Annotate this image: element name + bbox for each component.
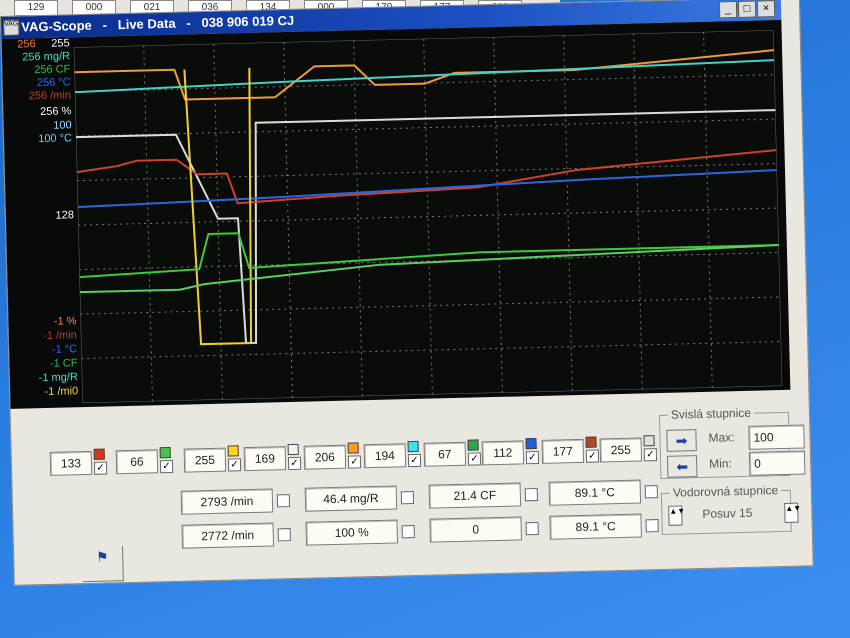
channel-value-field[interactable]: 133 (49, 450, 93, 476)
control-panel: Svislá stupnice ➡ ⬅ Max: Min: 100 0 Vodo… (11, 390, 806, 585)
channel-color-swatch[interactable] (159, 446, 171, 459)
readout-checkbox[interactable] (401, 525, 415, 539)
channel-value-field[interactable]: 194 (363, 443, 407, 469)
scope-plot[interactable] (73, 30, 783, 404)
spin-arrows-icon: ▲▼ (785, 503, 802, 513)
channel-value-field[interactable]: 66 (115, 449, 159, 475)
axis-label: -1 °C (51, 343, 78, 356)
arrow-right-icon: ➡ (675, 432, 688, 449)
axis-label: 256 mg/R (22, 50, 71, 64)
channel-checkbox[interactable]: ✓ (525, 450, 540, 465)
channel-checkbox[interactable]: ✓ (227, 458, 242, 472)
vertical-scale-group: Svislá stupnice ➡ ⬅ Max: Min: 100 0 (658, 405, 806, 480)
readout-field[interactable]: 2772 /min (181, 522, 275, 549)
axis-label: 100 (53, 119, 72, 132)
window-title: VAG-Scope - Live Data - 038 906 019 CJ (21, 12, 295, 35)
readout-checkbox[interactable] (277, 528, 291, 542)
min-label: Min: (708, 456, 732, 471)
channel-color-swatch[interactable] (407, 440, 419, 453)
vertical-scale-legend: Svislá stupnice (667, 405, 755, 422)
channel-color-swatch[interactable] (585, 436, 597, 448)
flag-icon: ⚑ (95, 548, 109, 565)
channel-color-swatch[interactable] (93, 448, 105, 460)
horizontal-scale-group: Vodorovná stupnice ▲▼ Posuv 15 ▲▼ (660, 483, 801, 535)
axis-label: 255 (51, 37, 70, 50)
channel-checkbox[interactable]: ✓ (347, 455, 362, 469)
right-arrow-button[interactable]: ➡ (666, 429, 697, 452)
shift-value: Posuv 15 (702, 505, 753, 521)
axis-label: 256 (17, 38, 36, 51)
axis-label: 100 °C (38, 132, 73, 146)
channel-value-field[interactable]: 206 (303, 444, 347, 470)
app-icon[interactable]: VAG (3, 19, 20, 36)
channel-color-swatch[interactable] (287, 443, 299, 456)
channel-checkbox[interactable]: ✓ (467, 452, 482, 466)
readout-checkbox[interactable] (400, 491, 415, 505)
channel-checkbox[interactable]: ✓ (585, 449, 600, 463)
spin-left-button[interactable]: ▲▼ (668, 505, 686, 526)
axis-label: 256 CF (34, 63, 71, 77)
channel-checkbox[interactable]: ✓ (643, 448, 658, 462)
axis-label: -1 mg/R (38, 371, 78, 385)
readout-checkbox[interactable] (645, 519, 659, 533)
vag-scope-window: VAG VAG-Scope - Live Data - 038 906 019 … (0, 0, 814, 586)
channel-checkbox[interactable]: ✓ (93, 461, 108, 475)
channel-checkbox[interactable]: ✓ (407, 453, 422, 468)
channel-color-swatch[interactable] (643, 435, 655, 447)
spin-right-button[interactable]: ▲▼ (784, 502, 802, 523)
arrow-left-icon: ⬅ (676, 458, 689, 475)
channel-checkbox[interactable]: ✓ (159, 459, 174, 474)
channel-color-swatch[interactable] (525, 438, 537, 450)
channel-value-field[interactable]: 112 (481, 440, 525, 466)
background-value-box: 129 (14, 0, 58, 16)
readout-checkbox[interactable] (644, 485, 658, 499)
readout-field[interactable]: 89.1 °C (549, 513, 642, 540)
horizontal-scale-legend: Vodorovná stupnice (669, 483, 782, 500)
axis-label-mid: 128 (55, 209, 75, 222)
max-field[interactable]: 100 (748, 424, 805, 450)
readout-checkbox[interactable] (525, 521, 539, 536)
axis-label: 256 °C (36, 76, 71, 90)
record-button[interactable]: ⚑ (82, 546, 124, 583)
channel-value-field[interactable]: 169 (243, 446, 287, 472)
axis-label: -1 % (53, 315, 77, 328)
close-button[interactable]: × (756, 0, 776, 18)
spin-arrows-icon: ▲▼ (669, 506, 686, 516)
readout-field[interactable]: 89.1 °C (548, 479, 642, 506)
max-label: Max: (708, 430, 735, 445)
channel-color-swatch[interactable] (227, 445, 239, 457)
oscilloscope-panel: 256 255 256 mg/R 256 CF 256 °C 256 /min … (1, 19, 791, 409)
channel-color-swatch[interactable] (347, 442, 359, 454)
axis-label: 256 % (40, 105, 72, 119)
channel-value-field[interactable]: 255 (599, 437, 643, 463)
left-arrow-button[interactable]: ⬅ (666, 455, 698, 478)
readout-field[interactable]: 21.4 CF (428, 482, 522, 509)
maximize-button[interactable]: □ (737, 0, 757, 18)
readout-checkbox[interactable] (276, 494, 291, 508)
minimize-button[interactable]: _ (718, 0, 738, 19)
readout-field[interactable]: 0 (429, 516, 522, 543)
readout-field[interactable]: 100 % (305, 519, 399, 546)
min-field[interactable]: 0 (748, 450, 806, 476)
axis-label: 256 /min (28, 89, 72, 103)
channel-value-field[interactable]: 255 (183, 447, 227, 473)
axis-label: -1 CF (49, 357, 78, 370)
channel-color-swatch[interactable] (467, 439, 479, 451)
y-axis-labels: 256 255 256 mg/R 256 CF 256 °C 256 /min … (2, 37, 83, 409)
readout-checkbox[interactable] (524, 488, 539, 502)
channel-value-field[interactable]: 177 (541, 438, 585, 464)
axis-label: -1 /mi0 (44, 385, 79, 399)
readout-field[interactable]: 2793 /min (180, 488, 274, 515)
channel-value-field[interactable]: 67 (423, 441, 467, 467)
channel-checkbox[interactable]: ✓ (287, 456, 302, 471)
axis-label: -1 /min (43, 329, 77, 343)
readout-field[interactable]: 46.4 mg/R (304, 485, 398, 512)
